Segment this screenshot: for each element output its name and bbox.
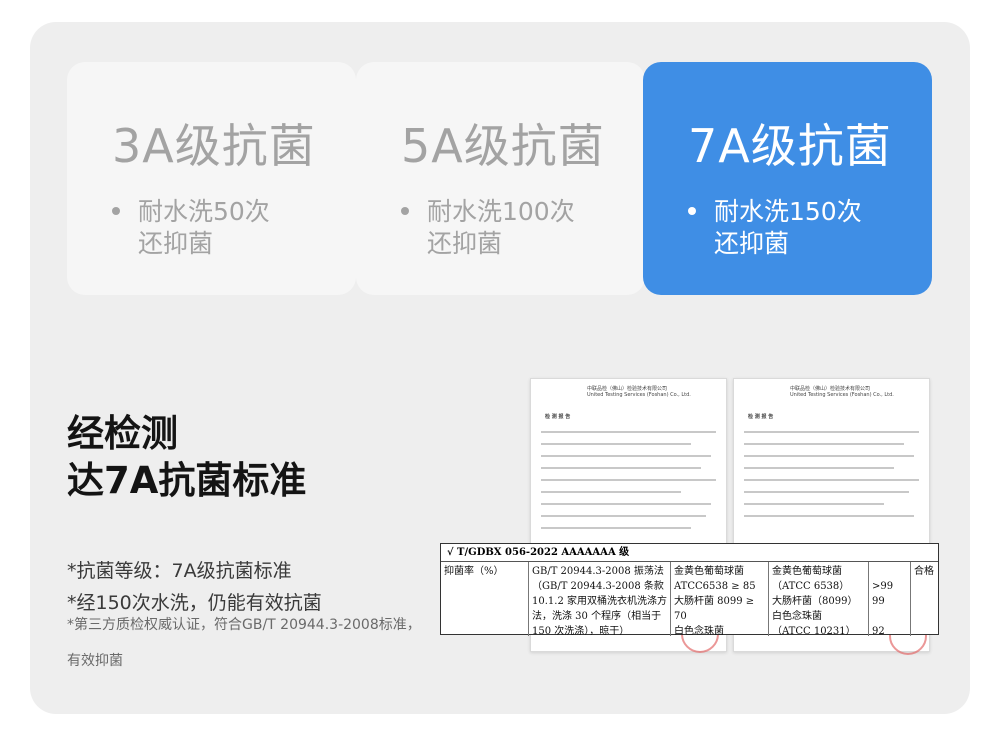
report-company-en: United Testing Services (Foshan) Co., Lt…: [587, 392, 691, 398]
grade-bullet-text: 耐水洗50次 还抑菌: [138, 197, 270, 258]
report-doc-title: 检 测 报 告: [748, 414, 774, 420]
zoom-col-result: >99 99 92: [869, 562, 911, 636]
bullet-dot-icon: [401, 207, 409, 215]
report-doc-title: 检 测 报 告: [545, 414, 571, 420]
grade-title: 5A级抗菌: [401, 119, 605, 173]
zoom-col-item: 抑菌率（%）: [441, 562, 529, 636]
grade-card-5a[interactable]: 5A级抗菌 耐水洗100次 还抑菌: [356, 62, 645, 295]
grade-bullet: 耐水洗50次 还抑菌: [112, 196, 356, 260]
grade-bullet-text: 耐水洗150次 还抑菌: [714, 197, 862, 258]
grade-card-7a[interactable]: 7A级抗菌 耐水洗150次 还抑菌: [643, 62, 932, 295]
bullet-dot-icon: [112, 207, 120, 215]
report-zoom-table: √ T/GDBX 056-2022 AAAAAAA 级 抑菌率（%） GB/T …: [440, 543, 939, 636]
note-wash: *经150次水洗，仍能有效抗菌: [67, 592, 322, 614]
grade-bullet: 耐水洗150次 还抑菌: [688, 196, 932, 260]
zoom-standard-header: √ T/GDBX 056-2022 AAAAAAA 级: [441, 544, 938, 562]
report-company: 中联品检（佛山）检验技术有限公司: [587, 386, 668, 392]
note-certification: *第三方质检权威认证，符合GB/T 20944.3-2008标准，: [67, 617, 421, 633]
grade-title: 3A级抗菌: [112, 119, 316, 173]
grade-title: 7A级抗菌: [688, 119, 892, 173]
report-company-en: United Testing Services (Foshan) Co., Lt…: [790, 392, 894, 398]
zoom-col-strain: 金黄色葡萄球菌 （ATCC 6538） 大肠杆菌（8099） 白色念珠菌 （AT…: [769, 562, 869, 636]
note-certification-cont: 有效抑菌: [67, 653, 123, 669]
report-company: 中联品检（佛山）检验技术有限公司: [790, 386, 871, 392]
grade-bullet: 耐水洗100次 还抑菌: [401, 196, 645, 260]
zoom-col-method: GB/T 20944.3-2008 振荡法 （GB/T 20944.3-2008…: [529, 562, 671, 636]
zoom-col-verdict: 合格: [914, 566, 934, 577]
note-grade: *抗菌等级：7A级抗菌标准: [67, 560, 292, 582]
grade-card-3a[interactable]: 3A级抗菌 耐水洗50次 还抑菌: [67, 62, 356, 295]
headline: 经检测 达7A抗菌标准: [67, 412, 307, 502]
zoom-col-requirement: 金黄色葡萄球菌 ATCC6538 ≥ 85 大肠杆菌 8099 ≥ 70 白色念…: [671, 562, 769, 636]
grade-bullet-text: 耐水洗100次 还抑菌: [427, 197, 575, 258]
bullet-dot-icon: [688, 207, 696, 215]
